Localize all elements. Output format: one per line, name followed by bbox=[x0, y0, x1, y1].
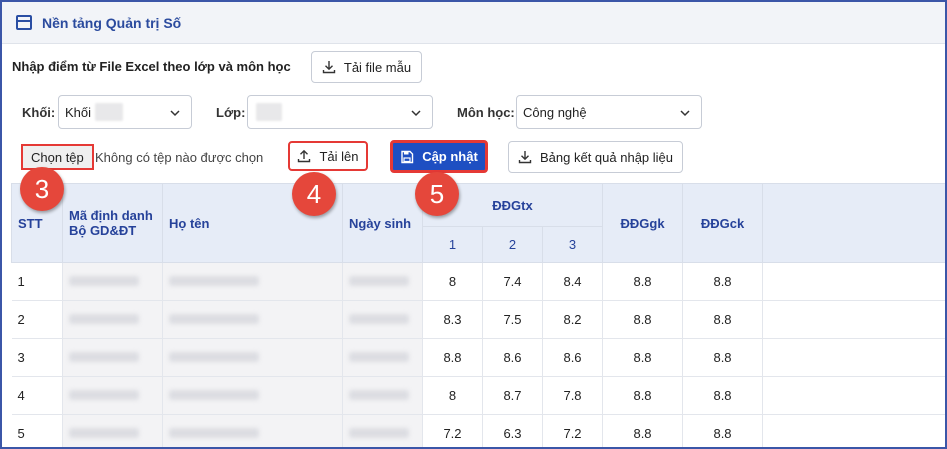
cell-ddggk[interactable]: 8.8 bbox=[602, 376, 684, 415]
import-heading: Nhập điểm từ File Excel theo lớp và môn … bbox=[12, 59, 291, 74]
download-icon bbox=[518, 151, 532, 164]
step-badge-4: 4 bbox=[292, 172, 336, 216]
cell-ddgck[interactable]: 8.8 bbox=[682, 338, 764, 377]
step-badge-3: 3 bbox=[20, 167, 64, 211]
grade-value: Khối bbox=[65, 104, 92, 120]
header-ddgtx-3: 3 bbox=[541, 226, 604, 263]
cell-ddgtx-2[interactable]: 8.7 bbox=[482, 376, 543, 415]
grade-select[interactable]: Khối bbox=[58, 95, 192, 129]
cell-ddgtx-2[interactable]: 6.3 bbox=[482, 414, 543, 447]
step-badge-5: 5 bbox=[415, 172, 459, 216]
cell-student-id-redacted bbox=[62, 414, 163, 447]
header-date-of-birth: Ngày sinh bbox=[342, 183, 423, 263]
subject-select[interactable]: Công nghệ bbox=[516, 95, 702, 129]
cell-student-id-redacted bbox=[62, 300, 163, 339]
download-template-label: Tải file mẫu bbox=[343, 59, 412, 75]
scores-table: STT Mã định danh Bộ GD&ĐT Họ tên Ngày si… bbox=[11, 183, 945, 447]
window-title: Nền tảng Quản trị Số bbox=[42, 14, 182, 31]
app-window: Nền tảng Quản trị Số Nhập điểm từ File E… bbox=[0, 0, 947, 449]
chevron-down-icon bbox=[170, 110, 180, 117]
table-row: 4 8 8.7 7.8 8.8 8.8 bbox=[11, 376, 945, 415]
update-label: Cập nhật bbox=[422, 149, 478, 164]
cell-ddgtx-3[interactable]: 7.2 bbox=[542, 414, 604, 447]
cell-ddgtx-3[interactable]: 8.6 bbox=[542, 338, 604, 377]
table-row: 2 8.3 7.5 8.2 8.8 8.8 bbox=[11, 300, 945, 339]
cell-ddgtx-2[interactable]: 7.4 bbox=[482, 262, 543, 301]
cell-ddgtx-3[interactable]: 7.8 bbox=[542, 376, 604, 415]
cell-ddgtx-2[interactable]: 7.5 bbox=[482, 300, 543, 339]
table-row: 1 8 7.4 8.4 8.8 8.8 bbox=[11, 262, 945, 301]
cell-ddgtx-1[interactable]: 8.3 bbox=[422, 300, 483, 339]
cell-ddggk[interactable]: 8.8 bbox=[602, 262, 684, 301]
upload-button[interactable]: Tải lên bbox=[288, 141, 368, 171]
header-ddgtx-2: 2 bbox=[482, 226, 543, 263]
cell-ddgtx-1[interactable]: 8 bbox=[422, 376, 483, 415]
cell-dob-redacted bbox=[342, 376, 423, 415]
cell-ddggk[interactable]: 8.8 bbox=[602, 338, 684, 377]
header-ddggk: ĐĐGgk bbox=[602, 183, 684, 263]
cell-empty bbox=[762, 262, 945, 301]
cell-dob-redacted bbox=[342, 414, 423, 447]
upload-icon bbox=[298, 149, 311, 163]
cell-name-redacted bbox=[162, 262, 343, 301]
download-template-button[interactable]: Tải file mẫu bbox=[311, 51, 422, 83]
cell-ddgck[interactable]: 8.8 bbox=[682, 414, 764, 447]
cell-name-redacted bbox=[162, 376, 343, 415]
cell-ddgtx-3[interactable]: 8.4 bbox=[542, 262, 604, 301]
chevron-down-icon bbox=[680, 110, 690, 117]
cell-empty bbox=[762, 414, 945, 447]
header-empty bbox=[762, 183, 945, 263]
download-icon bbox=[322, 61, 336, 74]
cell-name-redacted bbox=[162, 300, 343, 339]
header-student-id: Mã định danh Bộ GD&ĐT bbox=[62, 183, 163, 263]
cell-student-id-redacted bbox=[62, 262, 163, 301]
cell-ddgtx-1[interactable]: 7.2 bbox=[422, 414, 483, 447]
cell-student-id-redacted bbox=[62, 338, 163, 377]
grade-label: Khối: bbox=[22, 105, 56, 120]
cell-ddggk[interactable]: 8.8 bbox=[602, 300, 684, 339]
header-ddgck: ĐĐGck bbox=[682, 183, 764, 263]
cell-empty bbox=[762, 338, 945, 377]
choose-file-button[interactable]: Chọn tệp bbox=[21, 144, 94, 170]
title-bar: Nền tảng Quản trị Số bbox=[2, 2, 945, 44]
subject-value: Công nghệ bbox=[523, 104, 587, 120]
cell-empty bbox=[762, 376, 945, 415]
redacted-class bbox=[256, 103, 282, 121]
cell-name-redacted bbox=[162, 338, 343, 377]
cell-dob-redacted bbox=[342, 262, 423, 301]
cell-ddgck[interactable]: 8.8 bbox=[682, 262, 764, 301]
cell-stt: 3 bbox=[11, 338, 63, 377]
cell-stt: 4 bbox=[11, 376, 63, 415]
cell-dob-redacted bbox=[342, 338, 423, 377]
save-icon bbox=[401, 150, 414, 163]
cell-student-id-redacted bbox=[62, 376, 163, 415]
cell-ddgtx-3[interactable]: 8.2 bbox=[542, 300, 604, 339]
class-select[interactable] bbox=[247, 95, 433, 129]
cell-stt: 1 bbox=[11, 262, 63, 301]
update-button[interactable]: Cập nhật bbox=[390, 140, 488, 173]
window-icon bbox=[16, 15, 32, 30]
cell-stt: 2 bbox=[11, 300, 63, 339]
result-table-button[interactable]: Bảng kết quả nhập liệu bbox=[508, 141, 683, 173]
cell-ddgck[interactable]: 8.8 bbox=[682, 300, 764, 339]
upload-label: Tải lên bbox=[319, 148, 359, 164]
cell-empty bbox=[762, 300, 945, 339]
cell-stt: 5 bbox=[11, 414, 63, 447]
header-ddgtx-1: 1 bbox=[422, 226, 483, 263]
cell-name-redacted bbox=[162, 414, 343, 447]
table-row: 3 8.8 8.6 8.6 8.8 8.8 bbox=[11, 338, 945, 377]
cell-ddgtx-2[interactable]: 8.6 bbox=[482, 338, 543, 377]
cell-ddgck[interactable]: 8.8 bbox=[682, 376, 764, 415]
chevron-down-icon bbox=[411, 110, 421, 117]
table-row: 5 7.2 6.3 7.2 8.8 8.8 bbox=[11, 414, 945, 447]
cell-dob-redacted bbox=[342, 300, 423, 339]
redacted-grade bbox=[95, 103, 124, 121]
subject-label: Môn học: bbox=[457, 105, 515, 120]
result-table-label: Bảng kết quả nhập liệu bbox=[540, 149, 673, 165]
cell-ddgtx-1[interactable]: 8 bbox=[422, 262, 483, 301]
no-file-text: Không có tệp nào được chọn bbox=[95, 150, 264, 165]
cell-ddggk[interactable]: 8.8 bbox=[602, 414, 684, 447]
cell-ddgtx-1[interactable]: 8.8 bbox=[422, 338, 483, 377]
class-label: Lớp: bbox=[216, 105, 246, 120]
